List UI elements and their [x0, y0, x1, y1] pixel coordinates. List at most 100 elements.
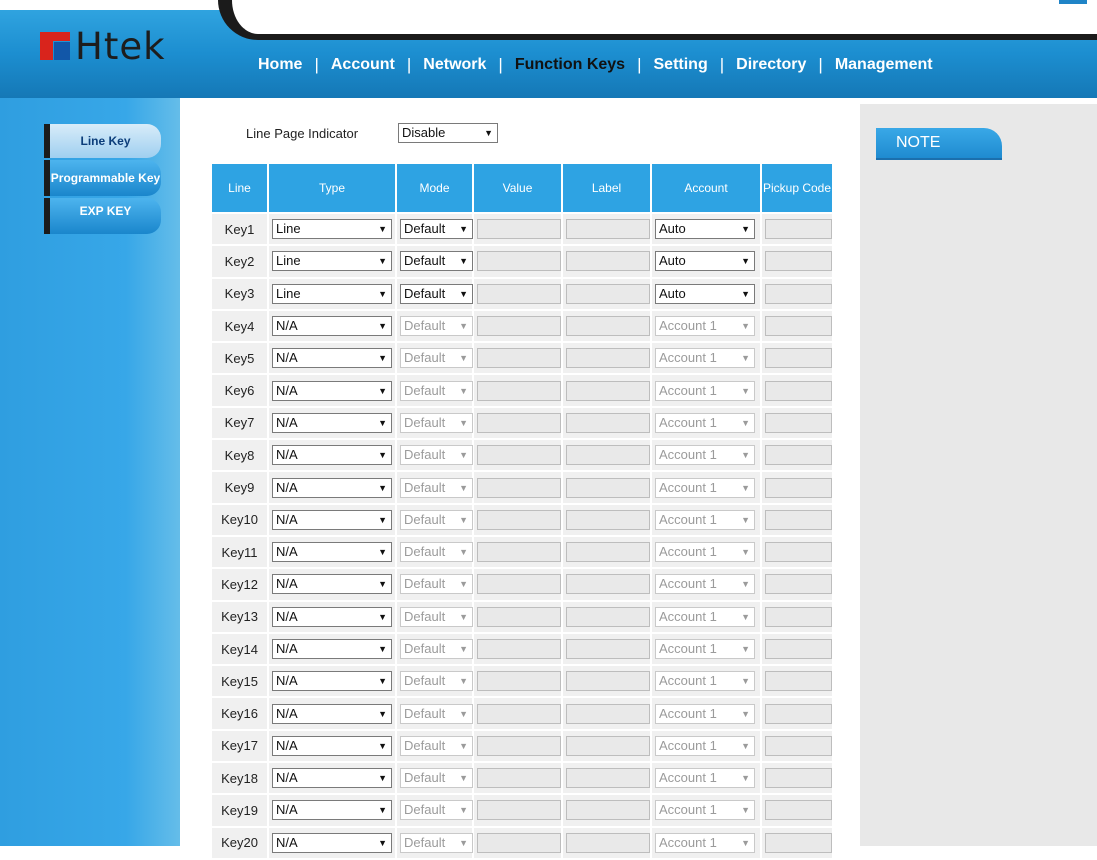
- nav-network[interactable]: Network: [423, 56, 486, 74]
- type-select[interactable]: N/A ▼: [272, 542, 392, 563]
- mode-select[interactable]: Default ▼: [400, 800, 473, 821]
- mode-select[interactable]: Default ▼: [400, 219, 473, 240]
- account-select[interactable]: Auto ▼: [655, 251, 755, 272]
- mode-select[interactable]: Default ▼: [400, 412, 473, 433]
- sidebar-item-exp-key[interactable]: EXP KEY: [44, 198, 161, 234]
- account-select[interactable]: Account 1 ▼: [655, 671, 755, 692]
- value-input[interactable]: [477, 219, 561, 240]
- label-input[interactable]: [566, 509, 650, 530]
- value-input[interactable]: [477, 671, 561, 692]
- account-select[interactable]: Account 1 ▼: [655, 509, 755, 530]
- value-input[interactable]: [477, 832, 561, 853]
- mode-select[interactable]: Default ▼: [400, 445, 473, 466]
- label-input[interactable]: [566, 445, 650, 466]
- pickup-code-input[interactable]: [765, 445, 832, 466]
- label-input[interactable]: [566, 703, 650, 724]
- value-input[interactable]: [477, 800, 561, 821]
- value-input[interactable]: [477, 509, 561, 530]
- nav-directory[interactable]: Directory: [736, 56, 806, 74]
- pickup-code-input[interactable]: [765, 542, 832, 563]
- line-page-indicator-select[interactable]: Disable ▼: [398, 123, 498, 143]
- label-input[interactable]: [566, 380, 650, 401]
- type-select[interactable]: N/A ▼: [272, 735, 392, 756]
- label-input[interactable]: [566, 639, 650, 659]
- mode-select[interactable]: Default ▼: [400, 542, 473, 563]
- account-select[interactable]: Account 1 ▼: [655, 412, 755, 433]
- type-select[interactable]: N/A ▼: [272, 574, 392, 595]
- account-select[interactable]: Account 1 ▼: [655, 477, 755, 498]
- account-select[interactable]: Account 1 ▼: [655, 768, 755, 789]
- sidebar-item-line-key[interactable]: Line Key: [44, 124, 161, 158]
- value-input[interactable]: [477, 477, 561, 498]
- mode-select[interactable]: Default ▼: [400, 251, 473, 272]
- label-input[interactable]: [566, 800, 650, 821]
- type-select[interactable]: N/A ▼: [272, 768, 392, 789]
- type-select[interactable]: N/A ▼: [272, 412, 392, 433]
- pickup-code-input[interactable]: [765, 574, 832, 595]
- mode-select[interactable]: Default ▼: [400, 283, 473, 304]
- value-input[interactable]: [477, 283, 561, 304]
- label-input[interactable]: [566, 283, 650, 304]
- label-input[interactable]: [566, 219, 650, 240]
- account-select[interactable]: Account 1 ▼: [655, 542, 755, 563]
- type-select[interactable]: N/A ▼: [272, 316, 392, 337]
- account-select[interactable]: Account 1 ▼: [655, 348, 755, 369]
- sidebar-item-programmable-key[interactable]: Programmable Key: [44, 160, 161, 196]
- type-select[interactable]: N/A ▼: [272, 639, 392, 659]
- pickup-code-input[interactable]: [765, 509, 832, 530]
- label-input[interactable]: [566, 768, 650, 789]
- label-input[interactable]: [566, 832, 650, 853]
- account-select[interactable]: Account 1 ▼: [655, 445, 755, 466]
- account-select[interactable]: Auto ▼: [655, 283, 755, 304]
- type-select[interactable]: N/A ▼: [272, 445, 392, 466]
- mode-select[interactable]: Default ▼: [400, 509, 473, 530]
- value-input[interactable]: [477, 412, 561, 433]
- pickup-code-input[interactable]: [765, 348, 832, 369]
- value-input[interactable]: [477, 316, 561, 337]
- type-select[interactable]: Line ▼: [272, 219, 392, 240]
- mode-select[interactable]: Default ▼: [400, 606, 473, 627]
- pickup-code-input[interactable]: [765, 671, 832, 692]
- mode-select[interactable]: Default ▼: [400, 639, 473, 659]
- pickup-code-input[interactable]: [765, 380, 832, 401]
- mode-select[interactable]: Default ▼: [400, 316, 473, 337]
- pickup-code-input[interactable]: [765, 219, 832, 240]
- nav-account[interactable]: Account: [331, 56, 395, 74]
- nav-management[interactable]: Management: [835, 56, 933, 74]
- label-input[interactable]: [566, 316, 650, 337]
- label-input[interactable]: [566, 412, 650, 433]
- account-select[interactable]: Account 1 ▼: [655, 735, 755, 756]
- nav-function-keys[interactable]: Function Keys: [515, 56, 625, 74]
- pickup-code-input[interactable]: [765, 735, 832, 756]
- mode-select[interactable]: Default ▼: [400, 832, 473, 853]
- value-input[interactable]: [477, 542, 561, 563]
- pickup-code-input[interactable]: [765, 251, 832, 272]
- type-select[interactable]: N/A ▼: [272, 509, 392, 530]
- account-select[interactable]: Account 1 ▼: [655, 639, 755, 659]
- nav-setting[interactable]: Setting: [654, 56, 708, 74]
- mode-select[interactable]: Default ▼: [400, 574, 473, 595]
- value-input[interactable]: [477, 703, 561, 724]
- pickup-code-input[interactable]: [765, 477, 832, 498]
- account-select[interactable]: Account 1 ▼: [655, 832, 755, 853]
- mode-select[interactable]: Default ▼: [400, 348, 473, 369]
- value-input[interactable]: [477, 606, 561, 627]
- pickup-code-input[interactable]: [765, 832, 832, 853]
- account-select[interactable]: Account 1 ▼: [655, 703, 755, 724]
- type-select[interactable]: N/A ▼: [272, 671, 392, 692]
- value-input[interactable]: [477, 380, 561, 401]
- pickup-code-input[interactable]: [765, 703, 832, 724]
- account-select[interactable]: Account 1 ▼: [655, 800, 755, 821]
- pickup-code-input[interactable]: [765, 412, 832, 433]
- label-input[interactable]: [566, 671, 650, 692]
- pickup-code-input[interactable]: [765, 768, 832, 789]
- value-input[interactable]: [477, 639, 561, 659]
- value-input[interactable]: [477, 445, 561, 466]
- label-input[interactable]: [566, 735, 650, 756]
- mode-select[interactable]: Default ▼: [400, 703, 473, 724]
- mode-select[interactable]: Default ▼: [400, 380, 473, 401]
- account-select[interactable]: Account 1 ▼: [655, 380, 755, 401]
- type-select[interactable]: N/A ▼: [272, 348, 392, 369]
- value-input[interactable]: [477, 251, 561, 272]
- pickup-code-input[interactable]: [765, 639, 832, 659]
